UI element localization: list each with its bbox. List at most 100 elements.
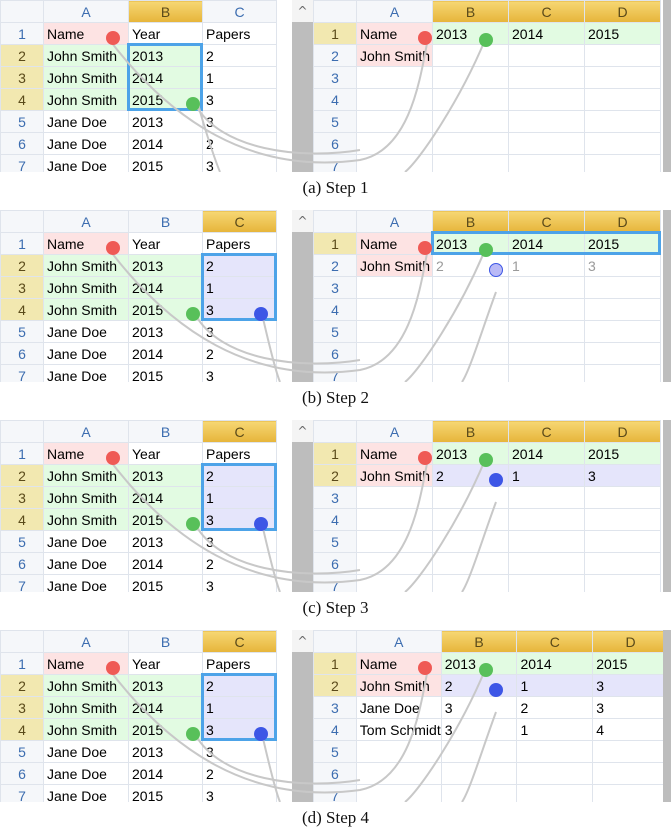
row-number[interactable]: 2 xyxy=(0,464,44,487)
corner-cell[interactable] xyxy=(313,420,357,443)
row-number[interactable]: 1 xyxy=(0,652,44,675)
cell-a7[interactable] xyxy=(356,154,433,172)
cell-b6[interactable] xyxy=(440,762,518,785)
scrollbar-thumb[interactable] xyxy=(292,232,313,382)
cell-a7[interactable] xyxy=(355,784,442,802)
cell-a3[interactable]: Jane Doe xyxy=(355,696,442,719)
corner-cell[interactable] xyxy=(313,210,357,233)
column-header-b[interactable]: B xyxy=(128,210,203,233)
cell-b2[interactable]: 2 xyxy=(440,674,518,697)
cell-b6[interactable] xyxy=(432,342,509,365)
corner-cell[interactable] xyxy=(0,210,44,233)
row-number[interactable]: 5 xyxy=(0,740,44,763)
cell-b1[interactable]: 2013 xyxy=(432,442,509,465)
papers-target-dot[interactable] xyxy=(489,473,503,487)
cell-d3[interactable] xyxy=(584,486,661,509)
cell-a5[interactable]: Jane Doe xyxy=(43,320,129,343)
cell-b3[interactable]: 2014 xyxy=(128,276,203,299)
cell-c7[interactable] xyxy=(508,154,585,172)
cell-b7[interactable]: 2015 xyxy=(128,784,203,802)
cell-a4[interactable]: John Smith xyxy=(43,508,129,531)
cell-a2[interactable]: John Smith xyxy=(43,44,129,67)
scroll-up-icon[interactable]: ^ xyxy=(292,630,313,652)
cell-c5[interactable] xyxy=(508,530,585,553)
cell-c6[interactable]: 2 xyxy=(202,762,277,785)
cell-d2[interactable]: 3 xyxy=(584,254,661,277)
cell-d6[interactable] xyxy=(584,342,661,365)
column-header-a[interactable]: A xyxy=(43,630,129,653)
cell-b7[interactable] xyxy=(440,784,518,802)
row-number[interactable]: 3 xyxy=(0,696,44,719)
cell-b4[interactable] xyxy=(432,298,509,321)
scroll-up-icon[interactable]: ^ xyxy=(292,420,313,442)
cell-d3[interactable]: 3 xyxy=(592,696,669,719)
cell-c4[interactable] xyxy=(508,298,585,321)
scrollbar-thumb[interactable] xyxy=(292,22,313,172)
cell-b2[interactable] xyxy=(432,44,509,67)
column-header-b[interactable]: B xyxy=(128,630,203,653)
cell-a6[interactable] xyxy=(355,762,442,785)
cell-b5[interactable]: 2013 xyxy=(128,110,203,133)
cell-a5[interactable] xyxy=(355,740,442,763)
column-header-d[interactable]: D xyxy=(584,420,661,443)
cell-c2[interactable]: 1 xyxy=(508,254,585,277)
cell-a7[interactable]: Jane Doe xyxy=(43,784,129,802)
column-header-c[interactable]: C xyxy=(202,420,277,443)
cell-c1[interactable]: Papers xyxy=(202,22,277,45)
cell-a7[interactable] xyxy=(356,364,433,382)
cell-a3[interactable]: John Smith xyxy=(43,276,129,299)
cell-d6[interactable] xyxy=(584,552,661,575)
cell-c4[interactable]: 3 xyxy=(202,88,277,111)
cell-c7[interactable]: 3 xyxy=(202,154,277,172)
right-scrollbar[interactable] xyxy=(663,210,671,382)
cell-d6[interactable] xyxy=(584,132,661,155)
cell-b3[interactable]: 2014 xyxy=(128,486,203,509)
row-number[interactable]: 6 xyxy=(313,552,357,575)
cell-d1[interactable]: 2015 xyxy=(584,232,661,255)
column-header-b[interactable]: B xyxy=(432,0,509,23)
year-anchor-dot[interactable] xyxy=(186,307,200,321)
row-number[interactable]: 7 xyxy=(313,784,357,802)
cell-c1[interactable]: Papers xyxy=(202,232,277,255)
cell-a2[interactable]: John Smith xyxy=(355,674,442,697)
column-header-a[interactable]: A xyxy=(356,420,433,443)
cell-b3[interactable]: 2014 xyxy=(128,66,203,89)
cell-c6[interactable] xyxy=(508,342,585,365)
row-number[interactable]: 1 xyxy=(0,22,44,45)
cell-a5[interactable]: Jane Doe xyxy=(43,110,129,133)
cell-b2[interactable]: 2013 xyxy=(128,674,203,697)
cell-c6[interactable]: 2 xyxy=(202,342,277,365)
cell-b5[interactable] xyxy=(440,740,518,763)
cell-a4[interactable] xyxy=(356,88,433,111)
row-number[interactable]: 6 xyxy=(0,552,44,575)
cell-c3[interactable]: 2 xyxy=(516,696,594,719)
column-header-b[interactable]: B xyxy=(432,210,509,233)
cell-a3[interactable] xyxy=(356,276,433,299)
cell-c5[interactable] xyxy=(516,740,594,763)
row-number[interactable]: 7 xyxy=(313,154,357,172)
cell-c6[interactable]: 2 xyxy=(202,132,277,155)
cell-a6[interactable]: Jane Doe xyxy=(43,342,129,365)
cell-d1[interactable]: 2015 xyxy=(584,22,661,45)
row-number[interactable]: 6 xyxy=(313,342,357,365)
cell-a5[interactable] xyxy=(356,110,433,133)
row-number[interactable]: 7 xyxy=(0,574,44,592)
cell-d5[interactable] xyxy=(584,320,661,343)
cell-b5[interactable] xyxy=(432,320,509,343)
cell-c3[interactable]: 1 xyxy=(202,486,277,509)
name-target-dot[interactable] xyxy=(418,661,432,675)
column-header-d[interactable]: D xyxy=(584,0,661,23)
row-number[interactable]: 1 xyxy=(313,22,357,45)
cell-c3[interactable]: 1 xyxy=(202,696,277,719)
cell-c5[interactable]: 3 xyxy=(202,740,277,763)
cell-c4[interactable]: 1 xyxy=(516,718,594,741)
row-number[interactable]: 1 xyxy=(313,442,357,465)
cell-c3[interactable] xyxy=(508,66,585,89)
row-number[interactable]: 2 xyxy=(0,254,44,277)
cell-c2[interactable]: 1 xyxy=(508,464,585,487)
cell-b6[interactable]: 2014 xyxy=(128,552,203,575)
scrollbar-thumb[interactable] xyxy=(292,442,313,592)
cell-a6[interactable] xyxy=(356,552,433,575)
cell-c5[interactable]: 3 xyxy=(202,110,277,133)
column-header-d[interactable]: D xyxy=(592,630,669,653)
